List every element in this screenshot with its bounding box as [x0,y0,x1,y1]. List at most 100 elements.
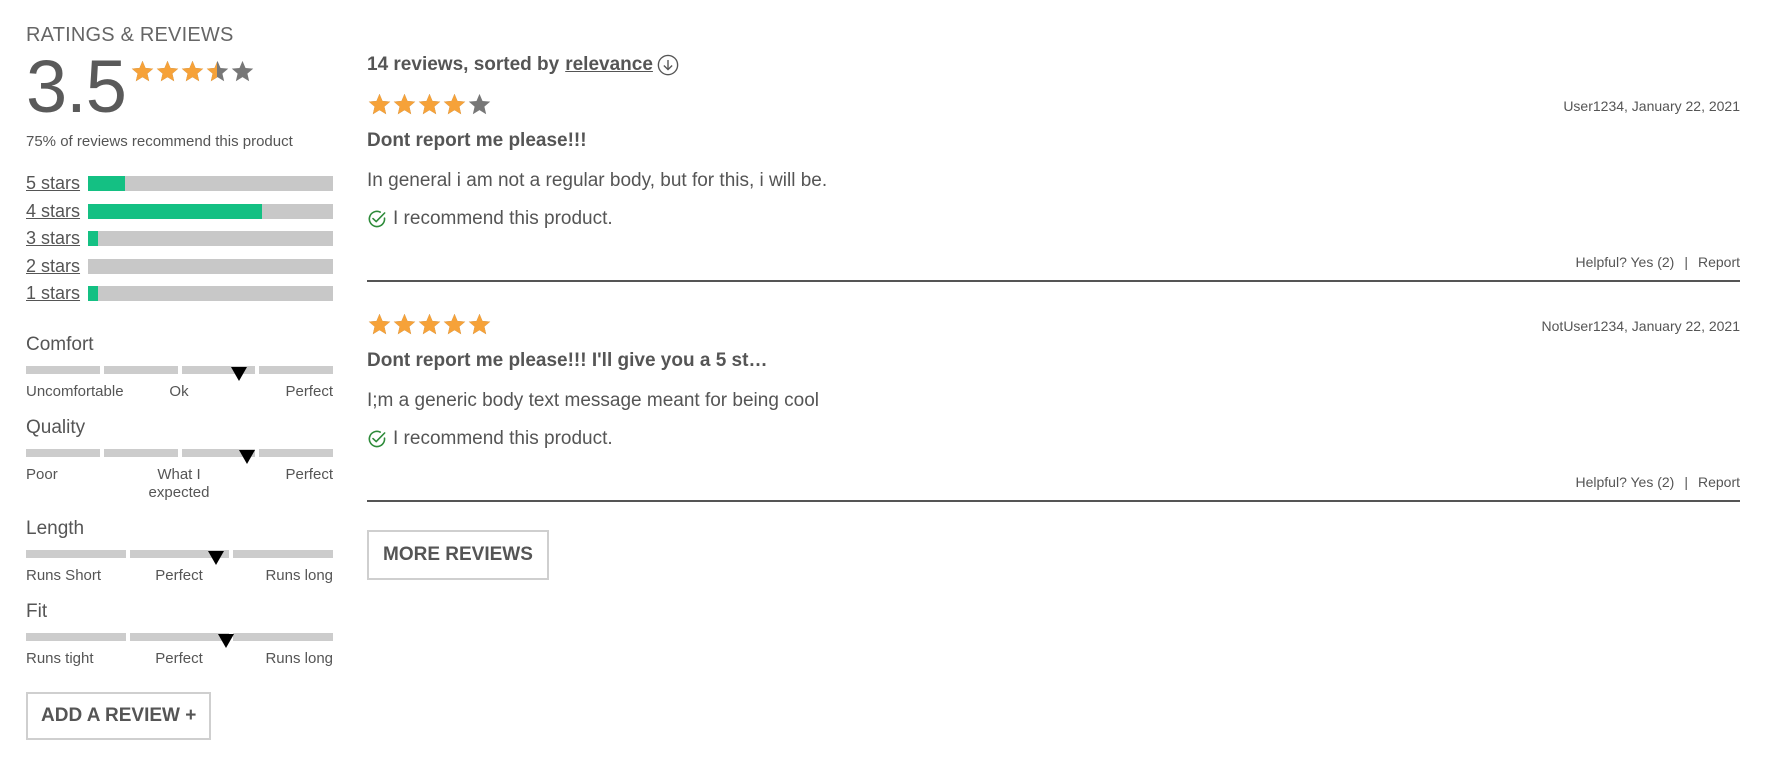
star-icon [367,312,392,337]
characteristic-name: Length [26,517,85,539]
characteristic-length: Length Runs Short Perfect Runs long [26,518,334,587]
breakdown-bar-fill [88,231,98,247]
report-link[interactable]: Report [1698,474,1740,490]
review-star-rating [367,92,492,117]
average-star-rating [130,59,255,84]
check-circle-icon [368,210,386,228]
breakdown-bar-fill [88,176,125,192]
scale-segment [103,365,178,374]
average-rating-row: 3.5 [26,45,334,128]
breakdown-bar-fill [88,286,98,302]
ratings-reviews-page: RATINGS & REVIEWS 3.5 75% of reviews rec… [0,0,1777,771]
recommend-percentage: 75% of reviews recommend this product [26,133,293,150]
reviews-list-panel: 14 reviews, sorted by relevance User1234… [367,54,1740,580]
footer-separator: | [1684,474,1688,490]
triangle-marker-icon [217,633,234,648]
breakdown-row-3[interactable]: 3 stars [26,225,334,253]
scale-label-low: Runs tight [26,649,94,667]
star-icon [205,59,230,84]
breakdown-label-1[interactable]: 1 stars [26,283,88,304]
review-footer: Helpful? Yes (2) | Report [1575,474,1740,490]
scale-segment [26,448,100,457]
breakdown-row-5[interactable]: 5 stars [26,170,334,198]
scale-label-low: Uncomfortable [26,382,124,400]
scale-label-high: Runs long [265,649,333,667]
scale-segment [259,448,333,457]
star-icon [392,312,417,337]
breakdown-label-3[interactable]: 3 stars [26,228,88,249]
helpful-yes-link[interactable]: Helpful? Yes (2) [1575,254,1674,270]
scale-segment [233,549,334,558]
more-reviews-button[interactable]: MORE REVIEWS [367,530,549,580]
breakdown-bar-track [88,231,333,247]
breakdown-bar-track [88,286,333,302]
check-circle-icon [368,430,386,448]
characteristic-labels: Uncomfortable Ok Perfect [26,383,333,403]
triangle-marker-icon [231,366,248,381]
scale-label-mid: Perfect [155,566,203,584]
scale-label-high: Perfect [285,465,333,483]
star-icon [367,92,392,117]
star-icon [417,92,442,117]
review-tile: User1234, January 22, 2021 Dont report m… [367,92,1740,282]
footer-separator: | [1684,254,1688,270]
characteristic-scale [26,549,334,565]
star-icon [442,312,467,337]
triangle-marker-icon [208,550,225,565]
review-footer: Helpful? Yes (2) | Report [1575,254,1740,270]
scale-label-mid: Ok [169,382,189,400]
sort-bar: 14 reviews, sorted by relevance [367,54,1740,76]
review-title: Dont report me please!!! [367,130,587,151]
scale-label-mid: What I expected [148,465,210,501]
circle-arrow-down-icon[interactable] [657,54,679,76]
scale-segment [103,448,178,457]
characteristic-scale [26,365,333,381]
add-review-button[interactable]: ADD A REVIEW + [26,691,212,740]
scale-segment [26,549,126,558]
characteristic-labels: Runs tight Perfect Runs long [26,650,333,670]
star-icon [417,312,442,337]
star-icon [130,59,155,84]
scale-segment [259,365,333,374]
breakdown-label-5[interactable]: 5 stars [26,173,88,194]
star-icon [467,312,492,337]
ratings-summary-panel: RATINGS & REVIEWS 3.5 75% of reviews rec… [26,24,334,740]
characteristic-name: Quality [26,416,86,438]
breakdown-bar-track [88,176,333,192]
breakdown-row-2[interactable]: 2 stars [26,253,334,281]
triangle-marker-icon [239,449,256,464]
scale-label-mid: Perfect [155,649,203,667]
star-icon [155,59,180,84]
characteristic-labels: Runs Short Perfect Runs long [26,567,333,587]
breakdown-bar-track [88,258,333,274]
review-body: I;m a generic body text message meant fo… [367,390,820,411]
characteristic-name: Comfort [26,333,94,355]
review-star-rating [367,312,492,337]
characteristic-comfort: Comfort Uncomfortable Ok Perfect [26,334,334,403]
breakdown-label-2[interactable]: 2 stars [26,256,88,277]
breakdown-label-4[interactable]: 4 stars [26,201,88,222]
characteristic-scale [26,448,333,464]
recommend-text: I recommend this product. [393,428,613,449]
breakdown-bar-track [88,203,333,219]
review-recommend: I recommend this product. [367,208,613,230]
sort-option-dropdown[interactable]: relevance [565,54,653,76]
recommend-text: I recommend this product. [393,208,613,229]
scale-segment [129,632,230,641]
helpful-yes-link[interactable]: Helpful? Yes (2) [1575,474,1674,490]
average-rating-value: 3.5 [26,45,127,128]
review-recommend: I recommend this product. [367,428,613,450]
star-icon [180,59,205,84]
star-icon [467,92,492,117]
scale-label-low: Runs Short [26,566,102,584]
breakdown-row-4[interactable]: 4 stars [26,198,334,226]
star-icon [392,92,417,117]
review-user-date: User1234, January 22, 2021 [1563,98,1740,114]
breakdown-row-1[interactable]: 1 stars [26,280,334,308]
scale-label-high: Runs long [265,566,333,584]
report-link[interactable]: Report [1698,254,1740,270]
section-heading: RATINGS & REVIEWS [26,24,234,46]
star-icon [230,59,255,84]
characteristic-scale [26,632,334,648]
breakdown-bar-fill [88,203,262,219]
